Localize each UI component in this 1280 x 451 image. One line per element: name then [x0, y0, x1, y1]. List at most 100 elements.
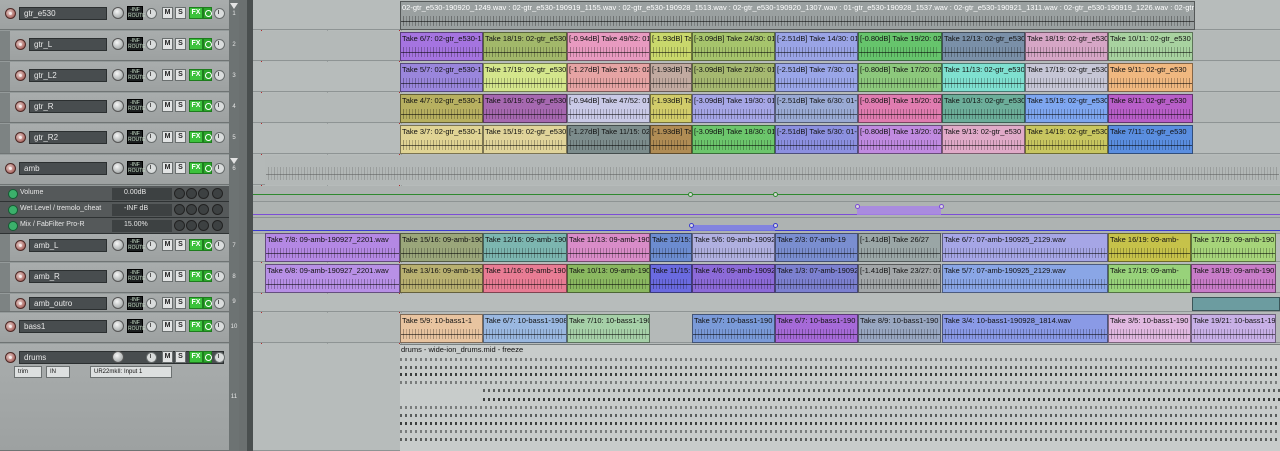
solo-button[interactable]: S — [175, 270, 186, 282]
volume-knob[interactable] — [112, 100, 124, 112]
mute-button[interactable]: M — [162, 69, 173, 81]
take-item[interactable]: Take 6/8: 09-amb-190927_2201.wav — [265, 264, 400, 293]
take-item[interactable]: [-3.09dB] Take 19/30: 01 — [692, 94, 775, 123]
fx-button[interactable]: FX — [189, 38, 203, 50]
take-item[interactable]: Take 15/19: 02-gtr_e530 — [483, 125, 567, 154]
track-header[interactable]: gtr_L2 -INF ROUTE M S FX — [0, 62, 239, 92]
route-meter[interactable]: -INF ROUTE — [127, 37, 146, 51]
phase-icon[interactable] — [146, 271, 157, 282]
record-arm-button[interactable] — [15, 101, 26, 112]
envelope-point[interactable] — [689, 223, 694, 228]
track-name-field[interactable]: gtr_R — [29, 100, 107, 113]
envelope-point[interactable] — [939, 204, 944, 209]
record-arm-button[interactable] — [5, 321, 16, 332]
take-item[interactable]: Take 6/7: 02-gtr_e530-190 — [400, 32, 483, 61]
envelope-point[interactable] — [773, 223, 778, 228]
route-meter[interactable]: -INF ROUTE — [127, 269, 146, 283]
mute-button[interactable]: M — [162, 162, 173, 174]
track-header[interactable]: gtr_L -INF ROUTE M S FX — [0, 31, 239, 61]
volume-knob[interactable] — [112, 297, 124, 309]
take-item[interactable]: Take 5/7: 02-gtr_e530-190 — [400, 63, 483, 92]
take-item[interactable]: Take 3/5: 10-bass1-190 — [1108, 314, 1191, 343]
envelope-bypass-button[interactable] — [186, 220, 197, 231]
track-header[interactable]: gtr_e530 -INF ROUTE M S FX — [0, 0, 239, 30]
take-item[interactable]: Take 13/16: 09-amb-190 — [400, 264, 483, 293]
folder-media-item[interactable] — [265, 156, 1280, 185]
route-meter[interactable]: -INF ROUTE — [127, 296, 146, 310]
take-item[interactable]: Take 17/19: 09-amb- — [1108, 264, 1191, 293]
track-header[interactable]: amb_outro -INF ROUTE M S FX — [0, 294, 239, 312]
track-name-field[interactable]: amb_R — [29, 270, 107, 283]
take-item[interactable]: Take 7/10: 10-bass1-190 — [567, 314, 650, 343]
mute-button[interactable]: M — [162, 38, 173, 50]
take-item[interactable]: [-1.93dB] Ta — [650, 94, 692, 123]
take-item[interactable]: [-1.27dB] Take 13/15: 02 — [567, 63, 650, 92]
fx-bypass-icon[interactable] — [203, 38, 212, 50]
volume-knob[interactable] — [112, 320, 124, 332]
take-item[interactable]: Take 8/9: 10-bass1-190 — [858, 314, 941, 343]
record-input-select[interactable]: UR22mkII: Input 1 — [90, 366, 172, 378]
track-header[interactable]: amb_R -INF ROUTE M S FX — [0, 263, 239, 293]
take-item[interactable]: [-2.51dB] Take 6/30: 01- — [775, 94, 858, 123]
fx-bypass-icon[interactable] — [203, 69, 212, 81]
envelope-mode-button[interactable] — [198, 220, 209, 231]
envelope-extra-button[interactable] — [212, 188, 223, 199]
take-item[interactable]: Take 15/16: 09-amb-190 — [400, 233, 483, 262]
mix-envelope-segment[interactable] — [691, 225, 775, 231]
take-item[interactable]: Take 11/13: 02-gtr_e530 — [942, 63, 1025, 92]
envelope-mode-button[interactable] — [198, 188, 209, 199]
take-item[interactable]: [-2.51dB] Take 14/30: 01 — [775, 32, 858, 61]
track-header[interactable]: amb -INF ROUTE M S FX — [0, 155, 239, 185]
trim-button[interactable]: trim — [14, 366, 42, 378]
take-item[interactable]: Take 19/21: 10-bass1-19 — [1191, 314, 1276, 343]
track-header[interactable]: gtr_R2 -INF ROUTE M S FX — [0, 124, 239, 154]
envelope-mode-button[interactable] — [198, 204, 209, 215]
track-header[interactable]: drums M S FX — [0, 344, 239, 451]
record-arm-button[interactable] — [15, 298, 26, 309]
env-icon[interactable] — [214, 101, 225, 112]
fx-bypass-icon[interactable] — [203, 239, 212, 251]
envelope-lane-header[interactable]: Volume 0.00dB — [0, 186, 239, 202]
take-item[interactable]: [-0.80dB] Take 19/20: 02 — [858, 32, 942, 61]
folder-collapse-icon[interactable] — [230, 3, 238, 9]
take-item[interactable]: Take 8/11: 02-gtr_e530 — [1108, 94, 1193, 123]
volume-knob[interactable] — [112, 38, 124, 50]
take-item[interactable]: Take 10/13: 02-gtr_e530 — [942, 94, 1025, 123]
fx-button[interactable]: FX — [189, 270, 203, 282]
env-icon[interactable] — [214, 132, 225, 143]
take-item[interactable]: [-3.09dB] Take 24/30: 01 — [692, 32, 775, 61]
track-header[interactable]: gtr_R -INF ROUTE M S FX — [0, 93, 239, 123]
volume-knob[interactable] — [112, 351, 124, 363]
env-icon[interactable] — [214, 321, 225, 332]
envelope-extra-button[interactable] — [212, 204, 223, 215]
take-item[interactable]: Take 18/19: 02-gtr_e530 — [483, 32, 567, 61]
envelope-hide-button[interactable] — [174, 220, 185, 231]
mute-button[interactable]: M — [162, 320, 173, 332]
fx-bypass-icon[interactable] — [203, 100, 212, 112]
fx-button[interactable]: FX — [189, 239, 203, 251]
envelope-arm-icon[interactable] — [8, 205, 18, 215]
take-item[interactable]: Take 7/11: 02-gtr_e530 — [1108, 125, 1193, 154]
mute-button[interactable]: M — [162, 270, 173, 282]
solo-button[interactable]: S — [175, 69, 186, 81]
route-meter[interactable]: -INF ROUTE — [127, 130, 146, 144]
solo-button[interactable]: S — [175, 239, 186, 251]
folder-collapse-icon[interactable] — [230, 158, 238, 164]
track-name-field[interactable]: amb_outro — [29, 297, 107, 310]
take-item[interactable]: [-0.80dB] Take 13/20: 02 — [858, 125, 942, 154]
take-item[interactable]: [-2.51dB] Take 7/30: 01- — [775, 63, 858, 92]
fx-bypass-icon[interactable] — [203, 320, 212, 332]
take-item[interactable]: Take 15/19: 02-gtr_e530 — [1025, 94, 1108, 123]
envelope-point[interactable] — [688, 192, 693, 197]
record-arm-button[interactable] — [5, 8, 16, 19]
solo-button[interactable]: S — [175, 297, 186, 309]
take-item[interactable]: Take 6/7: 10-bass1-190 — [775, 314, 858, 343]
take-item[interactable]: Take 1/3: 07-amb-19092 — [775, 264, 858, 293]
solo-button[interactable]: S — [175, 100, 186, 112]
fx-bypass-icon[interactable] — [203, 7, 212, 19]
take-item[interactable]: [-0.94dB] Take 49/52: 01 — [567, 32, 650, 61]
track-name-field[interactable]: gtr_R2 — [29, 131, 107, 144]
fx-button[interactable]: FX — [189, 320, 203, 332]
phase-icon[interactable] — [146, 163, 157, 174]
fx-bypass-icon[interactable] — [203, 351, 212, 363]
